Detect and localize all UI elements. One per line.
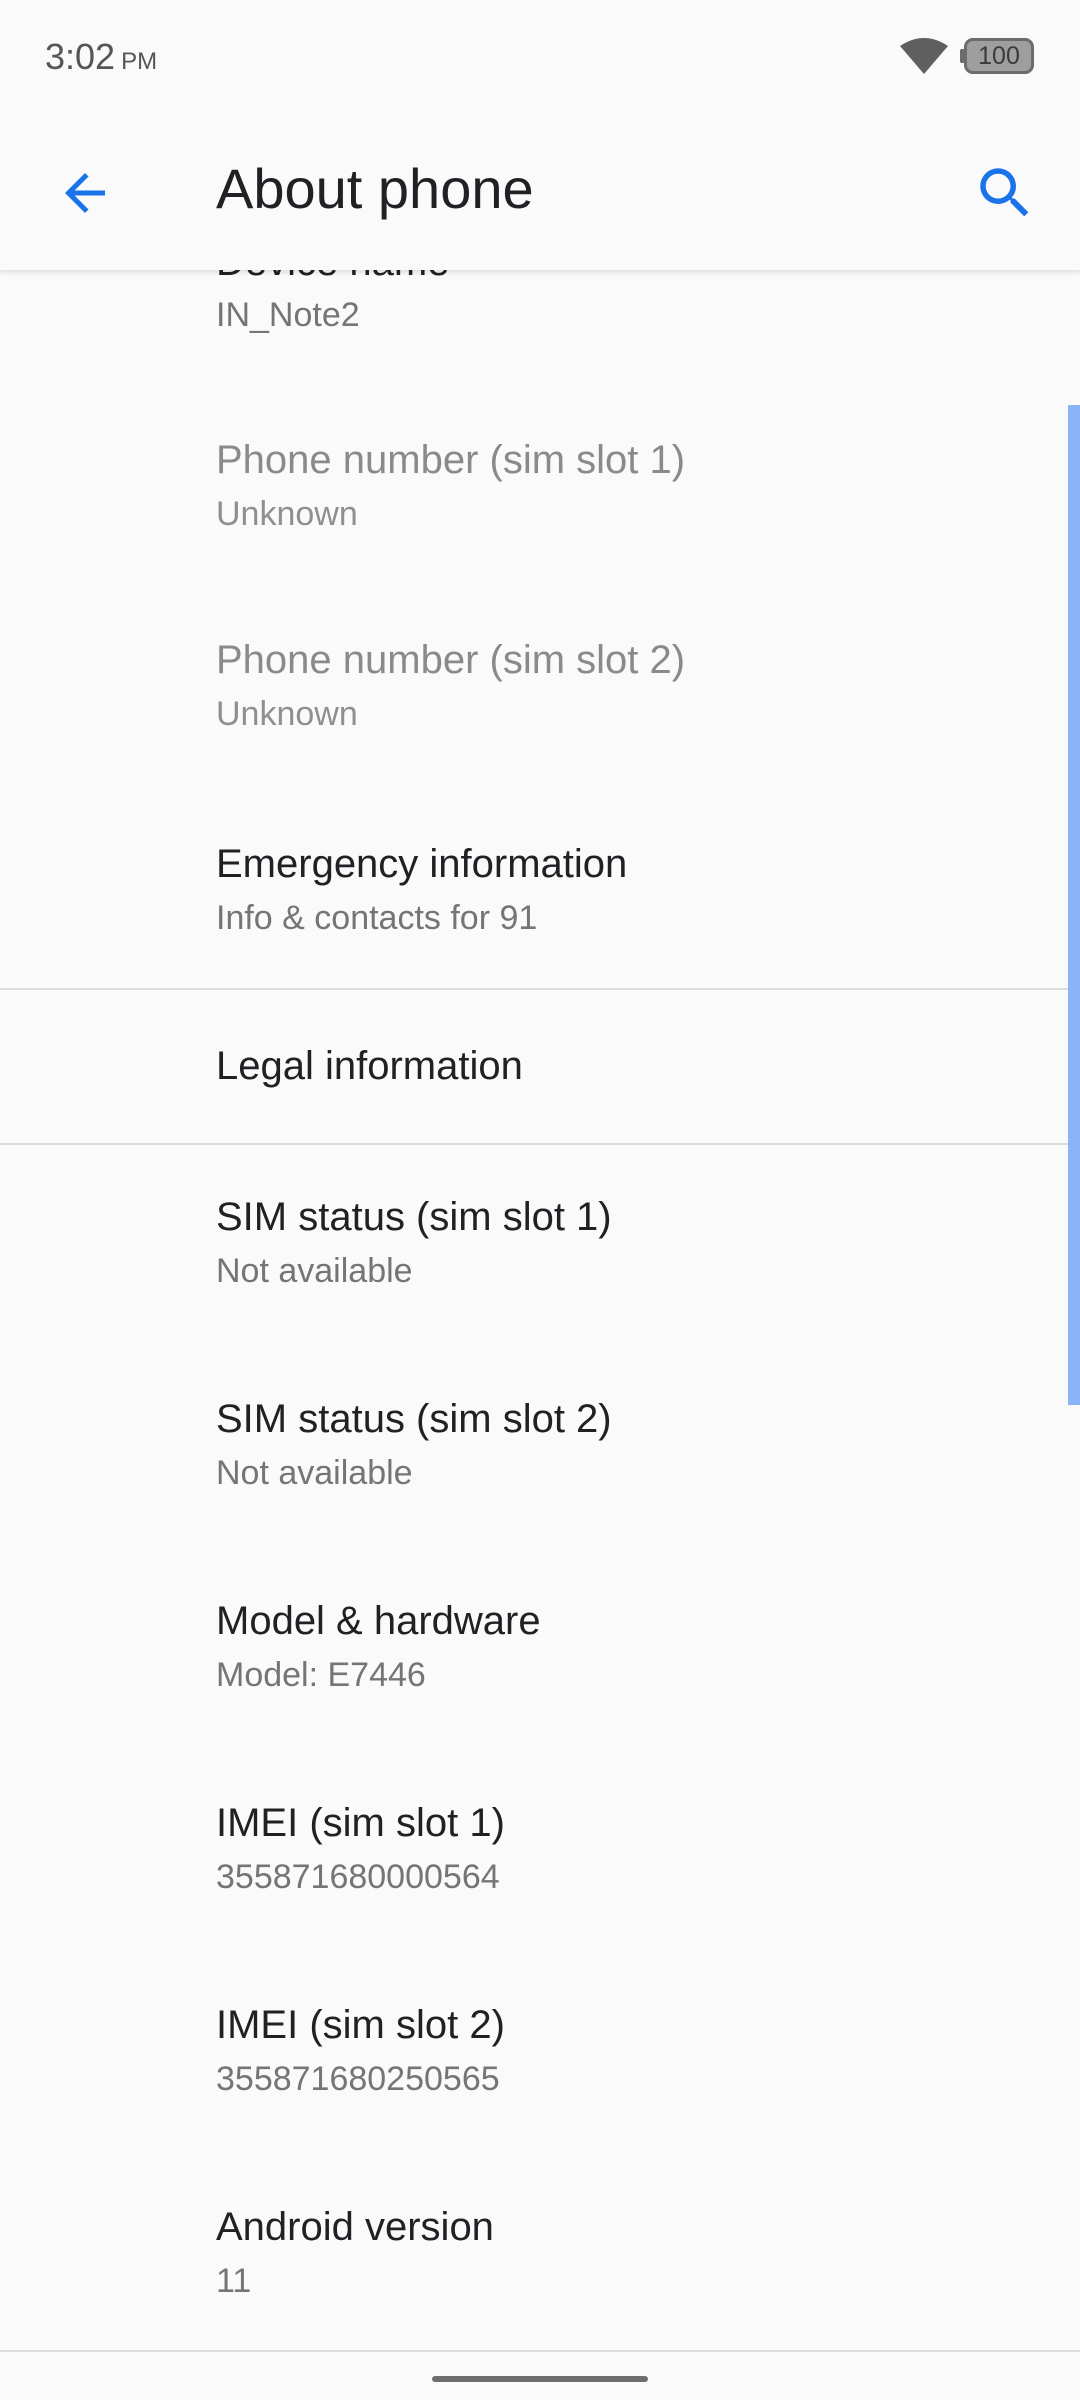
battery-level: 100 xyxy=(978,42,1020,70)
arrow-back-icon xyxy=(65,173,105,213)
item-title: SIM status (sim slot 2) xyxy=(216,1397,612,1441)
item-title: IMEI (sim slot 2) xyxy=(216,2003,505,2047)
battery-indicator: 100 xyxy=(960,38,1036,74)
item-summary: IN_Note2 xyxy=(216,296,360,334)
item-title: Model & hardware xyxy=(216,1599,541,1643)
item-summary: 355871680250565 xyxy=(216,2060,500,2098)
scrollbar[interactable] xyxy=(1068,405,1080,1405)
app-bar: About phone xyxy=(0,110,1080,270)
list-item-sim-status-sim2[interactable]: SIM status (sim slot 2) Not available xyxy=(0,1345,1080,1545)
status-bar: 3:02 PM 100 xyxy=(0,0,1080,110)
item-summary: Unknown xyxy=(216,495,358,533)
list-item-sim-status-sim1[interactable]: SIM status (sim slot 1) Not available xyxy=(0,1145,1080,1345)
page-title: About phone xyxy=(216,157,534,220)
item-title: Legal information xyxy=(216,1044,523,1088)
item-title: IMEI (sim slot 1) xyxy=(216,1801,505,1845)
item-summary: 355871680000564 xyxy=(216,1858,500,1896)
status-time: 3:02 PM xyxy=(45,36,157,78)
wifi-icon xyxy=(898,36,950,76)
settings-list[interactable]: Device name IN_Note2 Phone number (sim s… xyxy=(0,0,1080,2400)
item-summary: Info & contacts for 91 xyxy=(216,899,538,937)
item-summary: Unknown xyxy=(216,695,358,733)
list-item-emergency-information[interactable]: Emergency information Info & contacts fo… xyxy=(0,800,1080,988)
home-indicator[interactable] xyxy=(432,2376,648,2382)
list-item-phone-number-sim2: Phone number (sim slot 2) Unknown xyxy=(0,600,1080,800)
item-title: Emergency information xyxy=(216,842,628,886)
list-item-android-version[interactable]: Android version 11 xyxy=(0,2145,1080,2345)
screen: Device name IN_Note2 Phone number (sim s… xyxy=(0,0,1080,2400)
list-item-imei-sim2[interactable]: IMEI (sim slot 2) 355871680250565 xyxy=(0,1945,1080,2145)
list-item-imei-sim1[interactable]: IMEI (sim slot 1) 355871680000564 xyxy=(0,1745,1080,1945)
search-icon xyxy=(980,168,1029,217)
divider xyxy=(0,2350,1080,2352)
item-summary: Not available xyxy=(216,1454,413,1492)
item-summary: 11 xyxy=(216,2262,252,2300)
list-item-legal-information[interactable]: Legal information xyxy=(0,990,1080,1143)
item-summary: Model: E7446 xyxy=(216,1656,426,1694)
item-title: SIM status (sim slot 1) xyxy=(216,1195,612,1239)
item-title: Phone number (sim slot 2) xyxy=(216,638,686,682)
list-item-model-hardware[interactable]: Model & hardware Model: E7446 xyxy=(0,1545,1080,1745)
status-ampm: PM xyxy=(121,48,158,75)
item-summary: Not available xyxy=(216,1252,413,1290)
status-time-value: 3:02 xyxy=(45,36,116,77)
back-button[interactable] xyxy=(40,148,130,238)
search-button[interactable] xyxy=(960,148,1050,238)
item-title: Phone number (sim slot 1) xyxy=(216,438,686,482)
list-item-phone-number-sim1: Phone number (sim slot 1) Unknown xyxy=(0,400,1080,600)
item-title: Android version xyxy=(216,2205,494,2249)
